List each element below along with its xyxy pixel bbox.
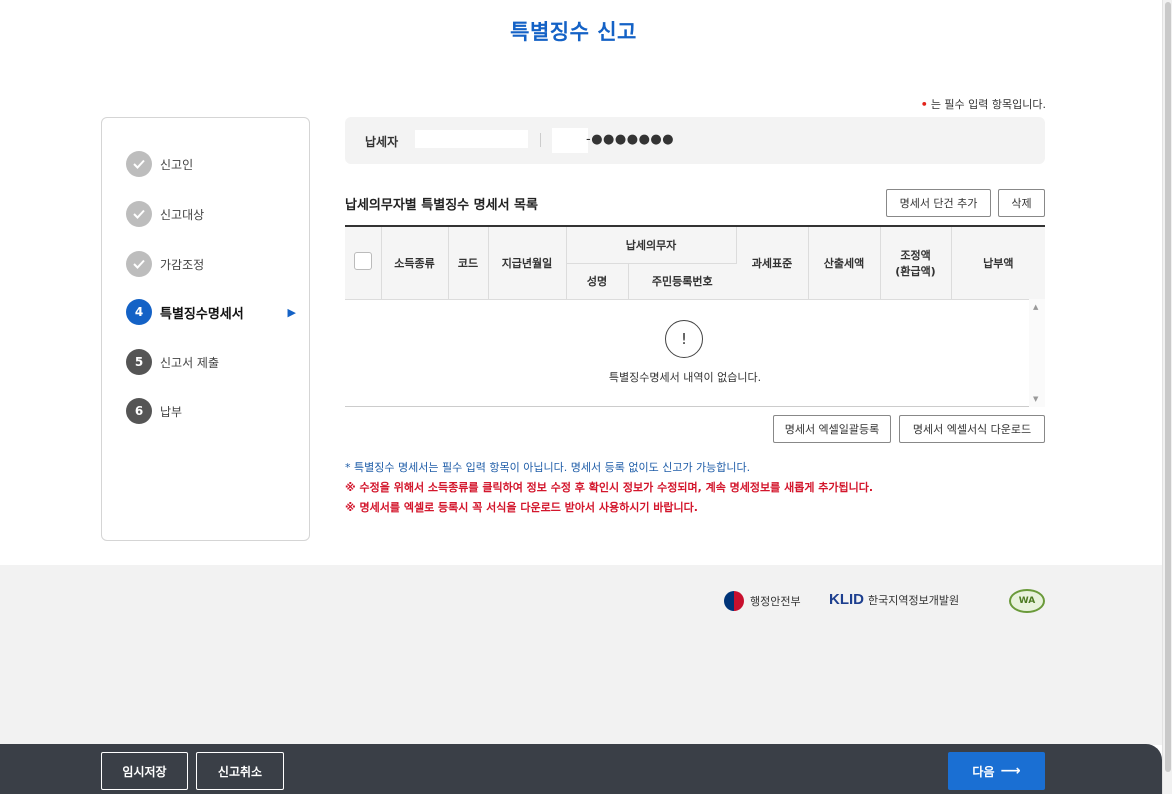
taxpayer-id: -●●●●●●●: [586, 132, 675, 147]
col-income-type: 소득종류: [381, 227, 449, 300]
scroll-down-icon[interactable]: ▼: [1033, 395, 1038, 403]
step-payment[interactable]: 6 납부: [126, 398, 296, 424]
scroll-up-icon[interactable]: ▲: [1033, 303, 1038, 311]
required-note-text: 는 필수 입력 항목입니다.: [930, 98, 1046, 111]
klid-logo[interactable]: KLID 한국지역정보개발원: [829, 591, 959, 608]
step-submit[interactable]: 5 신고서 제출: [126, 349, 296, 375]
temp-save-button[interactable]: 임시저장: [101, 752, 188, 790]
col-adjust: 조정액 (환급액): [880, 227, 952, 300]
empty-message: 특별징수명세서 내역이 없습니다.: [608, 371, 762, 384]
add-statement-button[interactable]: 명세서 단건 추가: [886, 189, 991, 217]
step-number: 4: [126, 299, 152, 325]
info-note: * 특별징수 명세서는 필수 입력 항목이 아닙니다. 명세서 등록 없이도 신…: [345, 461, 751, 474]
taxpayer-name-masked: [415, 130, 528, 148]
mois-logo-text: 행정안전부: [750, 595, 801, 608]
required-note: • 는 필수 입력 항목입니다.: [921, 96, 1046, 112]
step-reporter[interactable]: 신고인: [126, 151, 296, 177]
col-tax-base: 과세표준: [736, 227, 809, 300]
statement-table: 소득종류 코드 지급년월일 납세의무자 과세표준 산출세액 조정액 (환급액) 납…: [345, 225, 1046, 407]
divider: [540, 133, 541, 147]
step-label: 납부: [160, 404, 183, 419]
check-icon: [126, 151, 152, 177]
web-accessibility-mark[interactable]: WA: [1009, 589, 1045, 613]
col-calc-tax: 산출세액: [808, 227, 881, 300]
notes: * 특별징수 명세서는 필수 입력 항목이 아닙니다. 명세서 등록 없이도 신…: [345, 458, 873, 518]
exclamation-icon: !: [665, 320, 703, 358]
col-code: 코드: [448, 227, 489, 300]
select-all-cell: [345, 227, 382, 300]
next-label: 다음: [972, 764, 995, 779]
current-arrow-icon: ▶: [287, 305, 296, 319]
section-title: 납세의무자별 특별징수 명세서 목록: [345, 198, 538, 213]
bottom-action-bar: 임시저장 신고취소 다음 ⟶: [0, 744, 1162, 794]
required-dot: •: [920, 98, 928, 111]
col-rrn: 주민등록번호: [628, 263, 737, 300]
step-number: 6: [126, 398, 152, 424]
warning-note-2: ※ 명세서를 엑셀로 등록시 꼭 서식을 다운로드 받아서 사용하시기 바랍니다…: [345, 501, 698, 514]
arrow-right-icon: ⟶: [1000, 763, 1021, 779]
next-button[interactable]: 다음 ⟶: [948, 752, 1045, 790]
warning-note-1: ※ 수정을 위해서 소득종류를 클릭하여 정보 수정 후 확인시 정보가 수정되…: [345, 481, 874, 494]
excel-upload-button[interactable]: 명세서 엑셀일괄등록: [773, 415, 891, 443]
cancel-report-button[interactable]: 신고취소: [196, 752, 284, 790]
mois-logo[interactable]: 행정안전부: [724, 591, 801, 611]
col-pay-date: 지급년월일: [488, 227, 567, 300]
footer: [0, 565, 1162, 745]
step-label: 가감조정: [160, 257, 205, 272]
taxpayer-label: 납세자: [365, 135, 399, 149]
col-name: 성명: [566, 263, 629, 300]
taxpayer-info: 납세자 -●●●●●●●: [345, 117, 1045, 164]
table-scrollbar[interactable]: ▲ ▼: [1029, 299, 1045, 407]
step-adjustment[interactable]: 가감조정: [126, 251, 296, 277]
excel-template-download-button[interactable]: 명세서 엑셀서식 다운로드: [899, 415, 1045, 443]
col-pay-amount: 납부액: [951, 227, 1046, 300]
page-scrollbar[interactable]: [1162, 0, 1172, 794]
col-taxpayer-group: 납세의무자: [566, 227, 737, 264]
scrollbar-thumb[interactable]: [1165, 2, 1171, 772]
klid-logo-text: 한국지역정보개발원: [868, 593, 960, 607]
empty-state: ! 특별징수명세서 내역이 없습니다. ▲ ▼: [345, 299, 1045, 407]
step-navigation: 신고인 신고대상 가감조정 4 특별징수명세서 ▶ 5 신고서 제출 6 납부: [101, 117, 310, 541]
step-label: 신고대상: [160, 207, 205, 222]
check-icon: [126, 201, 152, 227]
step-target[interactable]: 신고대상: [126, 201, 296, 227]
taxpayer-id-mask: [552, 128, 588, 153]
step-label: 신고서 제출: [160, 355, 220, 370]
delete-button[interactable]: 삭제: [998, 189, 1045, 217]
col-adjust-label: 조정액: [900, 248, 931, 262]
col-adjust-sub: (환급액): [895, 264, 936, 278]
select-all-checkbox[interactable]: [353, 252, 372, 271]
step-special-statement[interactable]: 4 특별징수명세서 ▶: [126, 299, 296, 325]
step-number: 5: [126, 349, 152, 375]
klid-mark: KLID: [829, 591, 864, 608]
page-title: 특별징수 신고: [510, 20, 637, 44]
step-label: 특별징수명세서: [160, 306, 244, 322]
step-label: 신고인: [160, 157, 194, 172]
check-icon: [126, 251, 152, 277]
government-emblem-icon: [724, 591, 744, 611]
